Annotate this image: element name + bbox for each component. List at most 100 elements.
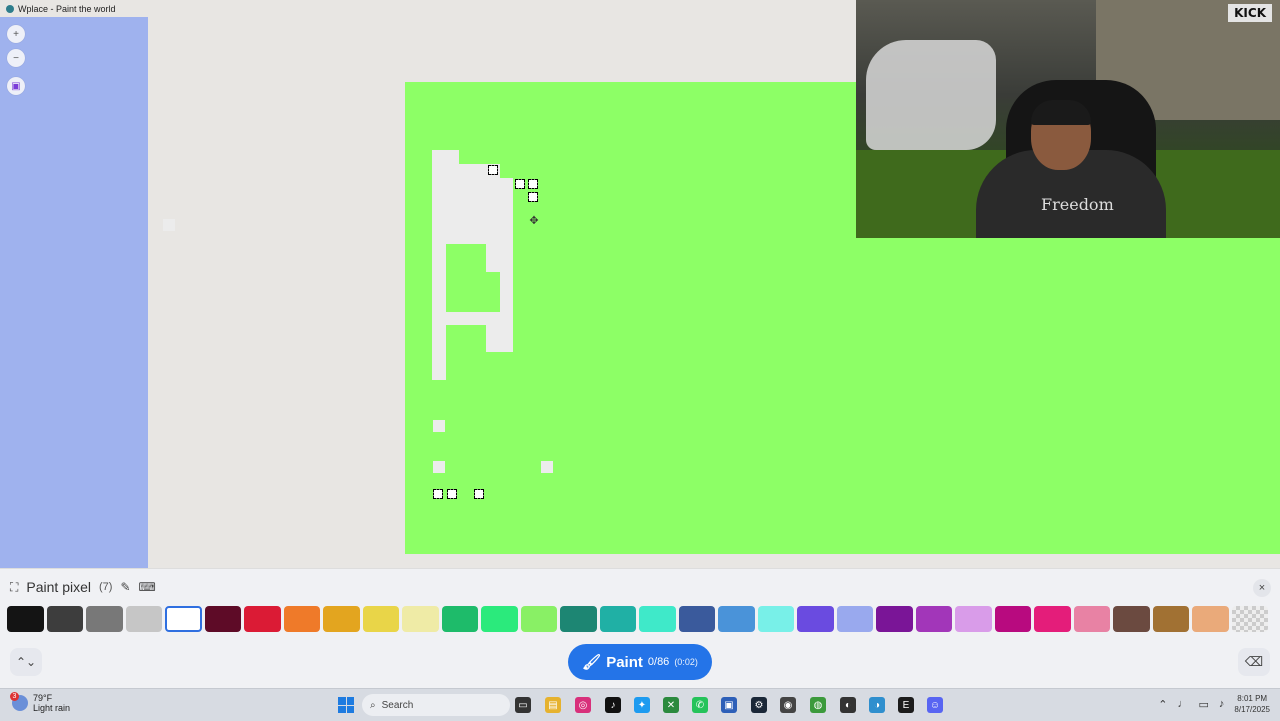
- paint-panel-title: Paint pixel: [26, 579, 91, 595]
- expand-panel-button[interactable]: ⌃⌄: [10, 648, 42, 676]
- weather-widget[interactable]: 3 79°F Light rain: [10, 692, 71, 713]
- pending-pixel-marker[interactable]: [488, 165, 498, 175]
- color-palette: [7, 606, 1268, 632]
- close-panel-button[interactable]: ×: [1253, 579, 1271, 597]
- app-icon[interactable]: ◐: [840, 697, 856, 713]
- tray-chevron-icon[interactable]: ⌃: [1158, 698, 1167, 711]
- color-swatch[interactable]: [1192, 606, 1229, 632]
- color-swatch[interactable]: [283, 606, 320, 632]
- webcam-shirt-text: Freedom: [1041, 195, 1114, 214]
- paint-button[interactable]: 🖌 Paint 0/86 (0:02): [568, 644, 712, 680]
- paint-panel-header: ⛶ Paint pixel (7) ✎ ⌨: [10, 579, 156, 595]
- steam-icon[interactable]: ⚙: [751, 697, 767, 713]
- color-swatch[interactable]: [1152, 606, 1189, 632]
- color-swatch[interactable]: [994, 606, 1031, 632]
- color-swatch[interactable]: [520, 606, 557, 632]
- color-swatch[interactable]: [481, 606, 518, 632]
- color-swatch[interactable]: [955, 606, 992, 632]
- weather-condition: Light rain: [33, 703, 71, 713]
- file-explorer-icon[interactable]: ▤: [545, 697, 561, 713]
- color-swatch[interactable]: [46, 606, 83, 632]
- paint-button-label: Paint: [606, 653, 643, 671]
- volume-icon[interactable]: ♪: [1219, 698, 1225, 710]
- zoom-in-button[interactable]: +: [7, 25, 25, 43]
- chrome-icon[interactable]: ◍: [810, 697, 826, 713]
- store-icon[interactable]: ▣: [721, 697, 737, 713]
- paint-panel: ⛶ Paint pixel (7) ✎ ⌨ × ⌃⌄ 🖌 Paint 0/86 …: [0, 568, 1280, 689]
- color-swatch[interactable]: [599, 606, 636, 632]
- color-swatch[interactable]: [7, 606, 44, 632]
- windows-start-icon[interactable]: [338, 697, 354, 713]
- pending-pixel-marker[interactable]: [447, 489, 457, 499]
- color-swatch[interactable]: [678, 606, 715, 632]
- twitch-icon[interactable]: ▣: [7, 77, 25, 95]
- clock-time: 8:01 PM: [1237, 694, 1268, 703]
- pending-pixel-marker[interactable]: [515, 179, 525, 189]
- pending-pixel-marker[interactable]: [433, 489, 443, 499]
- color-swatch[interactable]: [718, 606, 755, 632]
- pending-pixel-marker[interactable]: [528, 179, 538, 189]
- fullscreen-icon[interactable]: ⛶: [10, 580, 18, 595]
- weather-cloud-icon: 3: [10, 692, 28, 711]
- color-swatch[interactable]: [757, 606, 794, 632]
- color-swatch[interactable]: [441, 606, 478, 632]
- color-swatch[interactable]: [402, 606, 439, 632]
- tiktok-icon[interactable]: ♪: [605, 697, 621, 713]
- webcam-overlay: Freedom KICK: [856, 0, 1280, 238]
- obs-icon[interactable]: ◉: [780, 697, 796, 713]
- transparent-swatch[interactable]: [1231, 606, 1268, 632]
- twitter-icon[interactable]: ✦: [634, 697, 650, 713]
- color-swatch[interactable]: [797, 606, 834, 632]
- paintbrush-icon: 🖌: [582, 654, 602, 671]
- system-tray: ⌃ ♩ ▭ ♪ 8:01 PM 8/17/2025: [1158, 693, 1270, 715]
- paint-timer: (0:02): [674, 657, 698, 667]
- task-view-icon[interactable]: ▭: [515, 697, 531, 713]
- painted-pixel: [541, 461, 553, 473]
- move-cursor-icon: ✥: [529, 215, 539, 227]
- whatsapp-icon[interactable]: ✆: [692, 697, 708, 713]
- color-swatch[interactable]: [560, 606, 597, 632]
- eraser-icon: ⌫: [1244, 654, 1264, 669]
- display-icon[interactable]: ▭: [1199, 698, 1209, 711]
- color-swatch[interactable]: [165, 606, 202, 632]
- microphone-icon[interactable]: ♩: [1178, 698, 1189, 710]
- color-swatch[interactable]: [86, 606, 123, 632]
- taskbar-clock[interactable]: 8:01 PM 8/17/2025: [1234, 693, 1270, 715]
- canvas-gap: [486, 272, 500, 312]
- painted-pixel: [433, 420, 445, 432]
- keyboard-icon[interactable]: ⌨: [139, 580, 156, 594]
- window-titlebar: Wplace - Paint the world: [0, 0, 856, 17]
- color-swatch[interactable]: [836, 606, 873, 632]
- color-swatch[interactable]: [323, 606, 360, 632]
- color-swatch[interactable]: [244, 606, 281, 632]
- discord-icon[interactable]: ☺: [927, 697, 943, 713]
- color-swatch[interactable]: [1113, 606, 1150, 632]
- color-swatch[interactable]: [125, 606, 162, 632]
- browser-icon[interactable]: ◑: [869, 697, 885, 713]
- weather-badge: 3: [10, 692, 19, 701]
- pending-pixel-marker[interactable]: [528, 192, 538, 202]
- left-map-panel[interactable]: + − ▣: [0, 17, 148, 568]
- webcam-cap: [1031, 100, 1091, 125]
- taskbar-search-box[interactable]: ⌕ Search: [362, 694, 510, 716]
- painted-pixel: [432, 352, 446, 380]
- color-swatch[interactable]: [915, 606, 952, 632]
- color-swatch[interactable]: [1073, 606, 1110, 632]
- wplace-app-icon: [6, 4, 14, 13]
- color-swatch[interactable]: [876, 606, 913, 632]
- zoom-out-button[interactable]: −: [7, 49, 25, 67]
- color-swatch[interactable]: [1034, 606, 1071, 632]
- pending-pixel-marker[interactable]: [474, 489, 484, 499]
- paint-progress: 0/86: [647, 656, 670, 668]
- eraser-button[interactable]: ⌫: [1238, 648, 1270, 676]
- pencil-icon[interactable]: ✎: [120, 580, 130, 594]
- instagram-icon[interactable]: ◎: [575, 697, 591, 713]
- window-title: Wplace - Paint the world: [18, 3, 116, 14]
- color-swatch[interactable]: [639, 606, 676, 632]
- color-swatch[interactable]: [204, 606, 241, 632]
- color-swatch[interactable]: [362, 606, 399, 632]
- clock-date: 8/17/2025: [1234, 705, 1270, 714]
- xbox-icon[interactable]: ✕: [663, 697, 679, 713]
- epic-games-icon[interactable]: E: [898, 697, 914, 713]
- expand-chevron-icon: ⌃⌄: [15, 655, 37, 669]
